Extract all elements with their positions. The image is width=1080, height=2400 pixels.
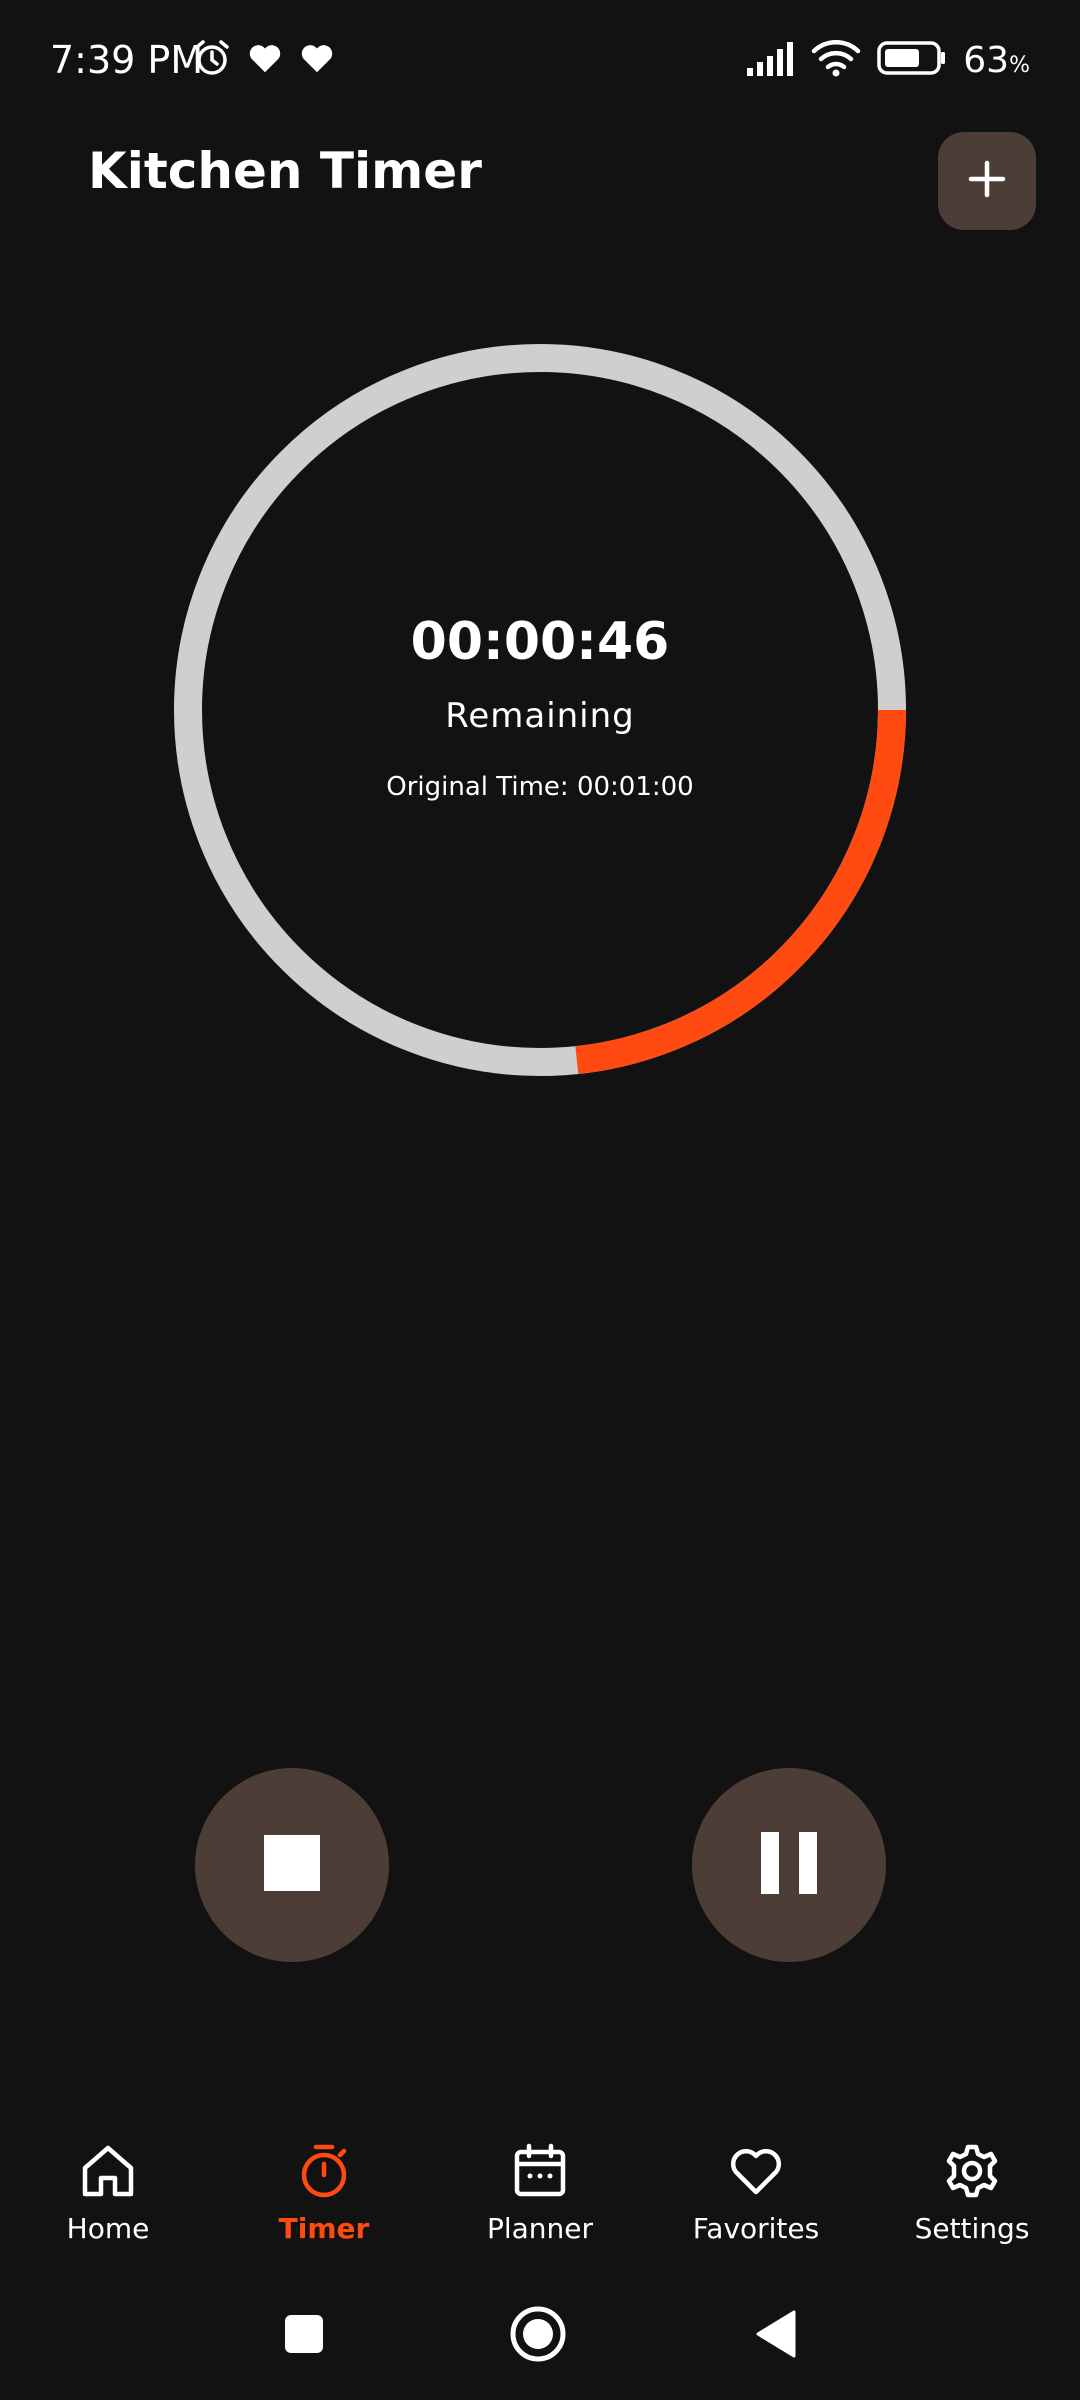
nav-item-home[interactable]: Home xyxy=(0,2120,216,2270)
home-icon xyxy=(79,2142,137,2204)
pause-icon xyxy=(759,1830,819,1900)
recents-button[interactable] xyxy=(276,2308,332,2364)
stopwatch-icon xyxy=(295,2142,353,2204)
nav-item-settings[interactable]: Settings xyxy=(864,2120,1080,2270)
plus-icon xyxy=(967,159,1007,203)
calendar-icon xyxy=(511,2142,569,2204)
nav-item-planner[interactable]: Planner xyxy=(432,2120,648,2270)
status-system-icons: 63% xyxy=(745,38,1030,82)
time-remaining: 00:00:46 xyxy=(410,612,670,672)
signal-icon xyxy=(745,40,795,80)
nav-label-settings: Settings xyxy=(914,2212,1030,2245)
heart-icon xyxy=(246,39,284,81)
nav-label-favorites: Favorites xyxy=(692,2212,820,2245)
original-time: Original Time: 00:01:00 xyxy=(386,772,694,802)
battery-percent: 63% xyxy=(963,39,1030,81)
wifi-icon xyxy=(811,38,861,82)
bottom-nav: Home Timer Planner Favorites Settings xyxy=(0,2120,1080,2270)
status-time: 7:39 PM xyxy=(50,38,204,82)
nav-label-home: Home xyxy=(66,2212,150,2245)
heart-icon xyxy=(727,2142,785,2204)
home-circle-icon xyxy=(510,2306,566,2366)
nav-label-planner: Planner xyxy=(486,2212,594,2245)
page-title: Kitchen Timer xyxy=(88,142,482,200)
stop-button[interactable] xyxy=(195,1768,389,1962)
nav-item-favorites[interactable]: Favorites xyxy=(648,2120,864,2270)
status-bar: 7:39 PM 63% xyxy=(0,0,1080,120)
add-timer-button[interactable] xyxy=(938,132,1036,230)
home-system-button[interactable] xyxy=(510,2306,566,2366)
heart-icon xyxy=(298,39,336,81)
gear-icon xyxy=(943,2142,1001,2204)
status-notification-icons xyxy=(192,38,336,82)
back-button[interactable] xyxy=(748,2308,804,2364)
alarm-icon xyxy=(192,38,232,82)
battery-icon xyxy=(877,40,947,80)
stop-icon xyxy=(262,1833,322,1897)
nav-label-timer: Timer xyxy=(278,2212,370,2245)
nav-item-timer[interactable]: Timer xyxy=(216,2120,432,2270)
remaining-label: Remaining xyxy=(445,696,635,736)
recents-square-icon xyxy=(284,2314,324,2358)
system-nav-bar xyxy=(0,2290,1080,2380)
back-triangle-icon xyxy=(754,2310,798,2362)
timer-readout: 00:00:46 Remaining Original Time: 00:01:… xyxy=(172,342,908,1078)
app-screen: 7:39 PM 63% Kitchen Timer 00:00:46 Remai… xyxy=(0,0,1080,2400)
pause-button[interactable] xyxy=(692,1768,886,1962)
